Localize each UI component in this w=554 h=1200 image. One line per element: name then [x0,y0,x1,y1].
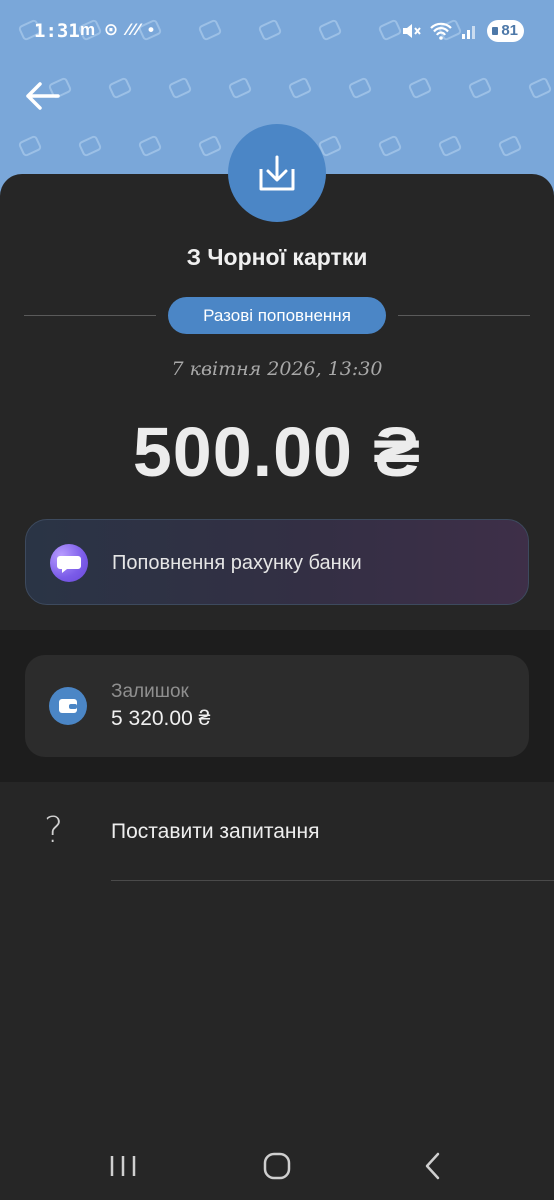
balance-card: Залишок 5 320.00 ₴ [25,655,529,757]
comment-text: Поповнення рахунку банки [112,552,362,574]
transaction-date: 7 квітня 2026, 13:30 [171,358,383,380]
system-navigation-bar [0,1130,554,1200]
status-bar: 1:31 m ⊙ ⁄⁄⁄ • 81 [0,0,554,64]
pattern-card-shape [288,77,312,99]
pattern-card-shape [228,77,252,99]
download-icon [259,155,295,191]
transaction-amount: 500.00 ₴ [132,413,422,491]
ask-question-row[interactable]: ? Поставити запитання [0,790,554,881]
chevron-left-icon [425,1152,440,1180]
recent-apps-icon [110,1156,136,1176]
pattern-card-shape [108,77,132,99]
wallet-icon [49,687,87,725]
battery-indicator: 81 [487,20,524,42]
balance-section: Залишок 5 320.00 ₴ [0,630,554,782]
pattern-card-shape [498,135,522,157]
comment-box[interactable]: Поповнення рахунку банки [25,519,529,605]
chat-bubble-icon [50,544,88,582]
status-right-icons: 81 [401,20,524,42]
recent-apps-button[interactable] [98,1148,148,1184]
download-icon-badge [228,124,326,222]
ask-question-label: Поставити запитання [111,820,320,843]
home-icon [263,1152,291,1180]
pattern-card-shape [198,135,222,157]
mute-icon [403,24,422,38]
pattern-card-shape [78,135,102,157]
pattern-card-shape [468,77,492,99]
pattern-card-shape [408,77,432,99]
pattern-card-shape [438,135,462,157]
divider-right [398,315,530,316]
wifi-icon [430,22,453,40]
transaction-title: З Чорної картки [186,244,368,270]
back-button[interactable] [20,76,64,116]
pattern-card-shape [18,135,42,157]
pattern-card-shape [348,77,372,99]
balance-value: 5 320.00 ₴ [111,707,211,730]
question-mark-icon: ? [44,810,64,851]
category-pill[interactable]: Разові поповнення [168,297,386,334]
pattern-card-shape [138,135,162,157]
signal-icon [462,26,476,39]
notification-icons: m ⊙ ⁄⁄⁄ • [80,20,156,39]
back-nav-button[interactable] [408,1148,458,1184]
arrow-left-icon [26,82,60,110]
pattern-card-shape [528,77,552,99]
pattern-card-shape [378,135,402,157]
divider-left [24,315,156,316]
balance-label: Залишок [111,681,189,702]
pattern-card-shape [168,77,192,99]
row-divider [111,880,554,881]
home-button[interactable] [252,1148,302,1184]
status-time: 1:31 [34,20,80,42]
pattern-card-shape [318,135,342,157]
category-row: Разові поповнення [24,297,530,335]
